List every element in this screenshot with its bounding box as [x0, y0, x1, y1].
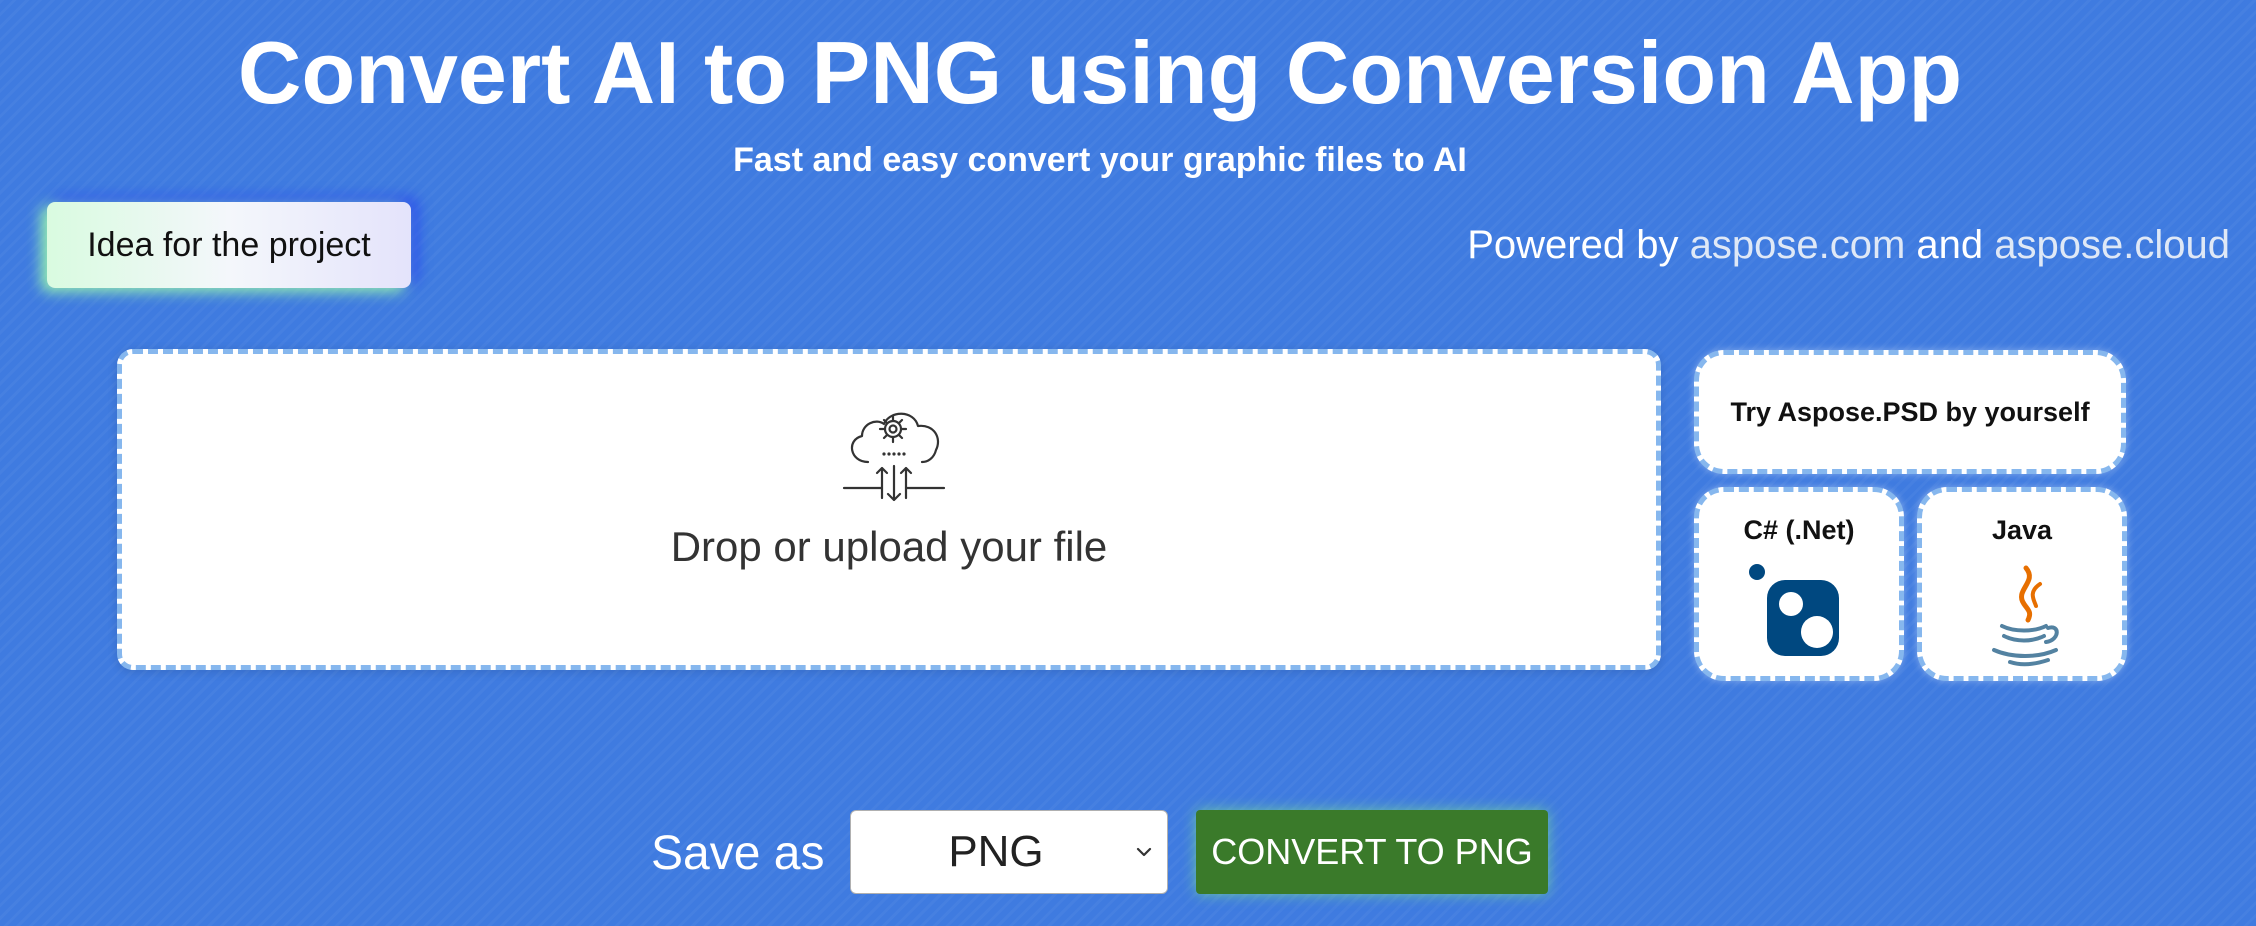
page-subtitle: Fast and easy convert your graphic files…	[733, 141, 1467, 179]
dropzone-text: Drop or upload your file	[670, 523, 1108, 570]
powered-by-conjunction: and	[1916, 223, 1984, 267]
save-as-label: Save as	[651, 827, 825, 880]
powered-by-prefix: Powered by	[1467, 223, 1679, 267]
aspose-com-link[interactable]: aspose.com	[1690, 223, 1906, 267]
java-icon	[1992, 565, 2059, 667]
try-aspose-psd-card[interactable]: Try Aspose.PSD by yourself	[1694, 350, 2126, 474]
cloud-upload-gear-icon	[842, 412, 946, 502]
powered-by: Powered by aspose.com and aspose.cloud	[1467, 220, 2230, 270]
idea-for-project-button[interactable]: Idea for the project	[47, 202, 411, 288]
aspose-cloud-link[interactable]: aspose.cloud	[1994, 223, 2230, 267]
convert-button[interactable]: CONVERT TO PNG	[1196, 810, 1548, 894]
java-card[interactable]: Java	[1917, 487, 2127, 681]
output-format-select[interactable]: PNG	[850, 810, 1168, 894]
output-format-value: PNG	[948, 827, 1044, 876]
nuget-icon	[1749, 564, 1839, 656]
csharp-card[interactable]: C# (.Net)	[1694, 487, 1904, 681]
page-title: Convert AI to PNG using Conversion App	[237, 23, 1963, 122]
java-label: Java	[1991, 515, 2053, 545]
file-dropzone[interactable]: Drop or upload your file	[117, 349, 1661, 670]
chevron-down-icon	[1136, 847, 1152, 857]
csharp-label: C# (.Net)	[1743, 515, 1855, 545]
